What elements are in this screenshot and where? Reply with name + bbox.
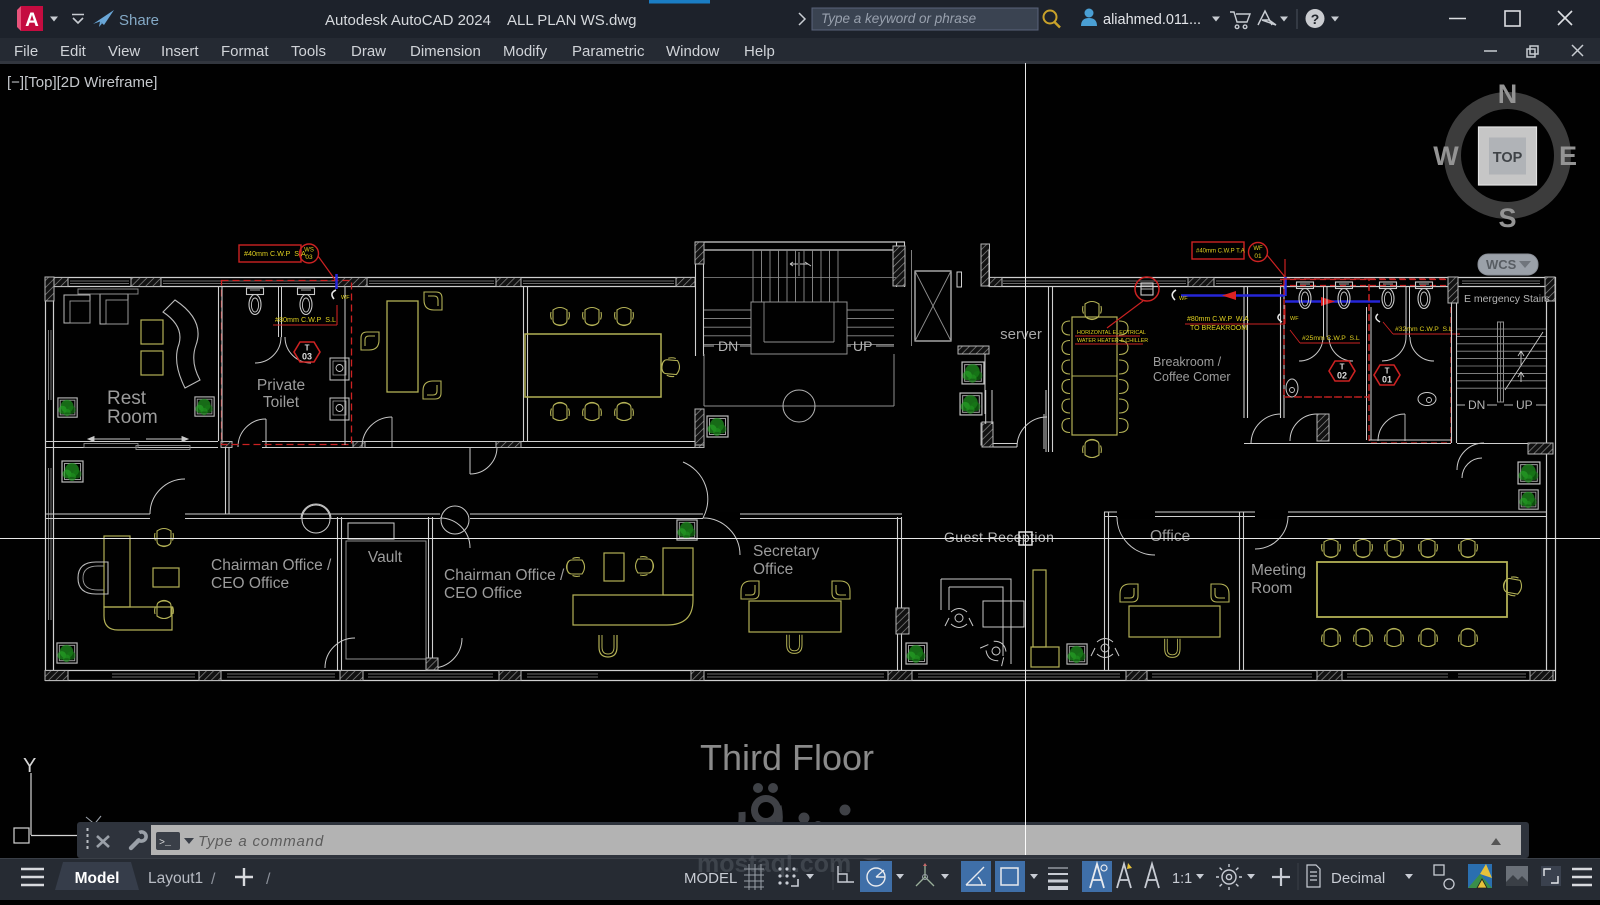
svg-text:?: ?	[1311, 11, 1320, 27]
svg-text:Edit: Edit	[60, 43, 87, 60]
svg-text:A: A	[25, 10, 39, 31]
svg-text:N: N	[1498, 79, 1518, 109]
svg-text:Autodesk AutoCAD 2024: Autodesk AutoCAD 2024	[325, 12, 491, 29]
svg-text:/: /	[211, 871, 216, 888]
svg-text:Room: Room	[107, 407, 158, 428]
svg-text:UP: UP	[853, 338, 872, 354]
svg-text:Help: Help	[744, 43, 775, 60]
svg-text:WCS: WCS	[1486, 257, 1517, 272]
svg-text:#40mm C.W.P S.A: #40mm C.W.P S.A	[244, 249, 306, 258]
svg-text:#25mm C.W.P S.L: #25mm C.W.P S.L	[1302, 335, 1360, 342]
svg-text:Third Floor: Third Floor	[700, 737, 874, 778]
svg-text:Office: Office	[753, 561, 793, 578]
svg-text:1:1: 1:1	[1172, 871, 1192, 887]
svg-text:WF: WF	[1290, 316, 1299, 322]
svg-text:DN: DN	[718, 338, 738, 354]
svg-text:WF: WF	[1179, 296, 1188, 302]
svg-text:S: S	[1498, 203, 1516, 233]
svg-text:#32mm C.W.P S.L: #32mm C.W.P S.L	[1395, 326, 1453, 333]
svg-text:Type a keyword or phrase: Type a keyword or phrase	[821, 11, 976, 26]
svg-text:>_: >_	[159, 838, 172, 849]
svg-text:Dimension: Dimension	[410, 43, 481, 60]
svg-text:E mergency Stairs: E mergency Stairs	[1464, 293, 1550, 305]
svg-text:#80mm C.W.P S.L: #80mm C.W.P S.L	[275, 315, 336, 324]
svg-text:Toilet: Toilet	[263, 394, 300, 411]
svg-text:UP: UP	[1516, 398, 1533, 412]
svg-text:Draw: Draw	[351, 43, 386, 60]
svg-text:Vault: Vault	[368, 549, 403, 566]
svg-text:03: 03	[305, 254, 313, 261]
svg-text:Tools: Tools	[291, 43, 326, 60]
svg-text:#80mm C.W.P W.A: #80mm C.W.P W.A	[1187, 316, 1249, 323]
svg-text:WS: WS	[304, 248, 314, 254]
svg-text:WATER HEATER & CHILLER: WATER HEATER & CHILLER	[1077, 338, 1148, 344]
svg-text:Format: Format	[221, 43, 269, 60]
svg-text:02: 02	[1337, 371, 1347, 381]
svg-text:CEO Office: CEO Office	[211, 575, 289, 592]
svg-text:Modify: Modify	[503, 43, 548, 60]
svg-text:Parametric: Parametric	[572, 43, 645, 60]
svg-text:TO BREAKROOM: TO BREAKROOM	[1190, 325, 1247, 332]
svg-text:Window: Window	[666, 43, 720, 60]
svg-text:Office: Office	[1150, 528, 1190, 545]
svg-text:WF: WF	[1253, 246, 1263, 252]
svg-text:Rest: Rest	[107, 388, 147, 409]
svg-text:HORIZONTAL ELECTRICAL: HORIZONTAL ELECTRICAL	[1077, 330, 1146, 336]
svg-text:File: File	[14, 43, 38, 60]
svg-text:Insert: Insert	[161, 43, 199, 60]
svg-text:01: 01	[1382, 375, 1392, 385]
svg-text:Meeting: Meeting	[1251, 562, 1306, 579]
svg-text:server: server	[1000, 326, 1042, 343]
svg-text:03: 03	[302, 352, 312, 362]
svg-text:Coffee Comer: Coffee Comer	[1153, 370, 1231, 384]
svg-text:Model: Model	[75, 870, 120, 887]
svg-text:TOP: TOP	[1493, 150, 1523, 166]
svg-text:Room: Room	[1251, 580, 1292, 597]
svg-text:DN: DN	[1468, 398, 1485, 412]
svg-text:Private: Private	[257, 377, 305, 394]
svg-text:aliahmed.011...: aliahmed.011...	[1103, 12, 1201, 28]
svg-text:W: W	[1433, 141, 1459, 171]
svg-text:Breakroom /: Breakroom /	[1153, 355, 1222, 369]
svg-text:Guest Reception: Guest Reception	[944, 529, 1054, 545]
svg-text:mostaql.com: mostaql.com	[697, 850, 851, 878]
svg-text:Chairman Office /: Chairman Office /	[211, 557, 332, 574]
svg-text:Type a command: Type a command	[198, 833, 324, 850]
svg-text:[−][Top][2D Wireframe]: [−][Top][2D Wireframe]	[7, 74, 157, 91]
svg-text:Secretary: Secretary	[753, 543, 820, 560]
svg-text:E: E	[1559, 141, 1577, 171]
svg-text:/: /	[266, 871, 271, 888]
svg-text:View: View	[108, 43, 140, 60]
svg-text:ALL PLAN WS.dwg: ALL PLAN WS.dwg	[507, 12, 637, 29]
svg-text:#40mm C.W.P T.A: #40mm C.W.P T.A	[1196, 249, 1245, 255]
svg-text:Y: Y	[23, 755, 36, 777]
svg-text:Decimal: Decimal	[1331, 870, 1385, 887]
svg-text:01: 01	[1254, 253, 1262, 260]
svg-text:CEO Office: CEO Office	[444, 585, 522, 602]
svg-text:WF: WF	[341, 295, 350, 301]
svg-text:Share: Share	[119, 12, 159, 29]
svg-text:Layout1: Layout1	[148, 870, 203, 887]
svg-text:Chairman Office /: Chairman Office /	[444, 567, 565, 584]
